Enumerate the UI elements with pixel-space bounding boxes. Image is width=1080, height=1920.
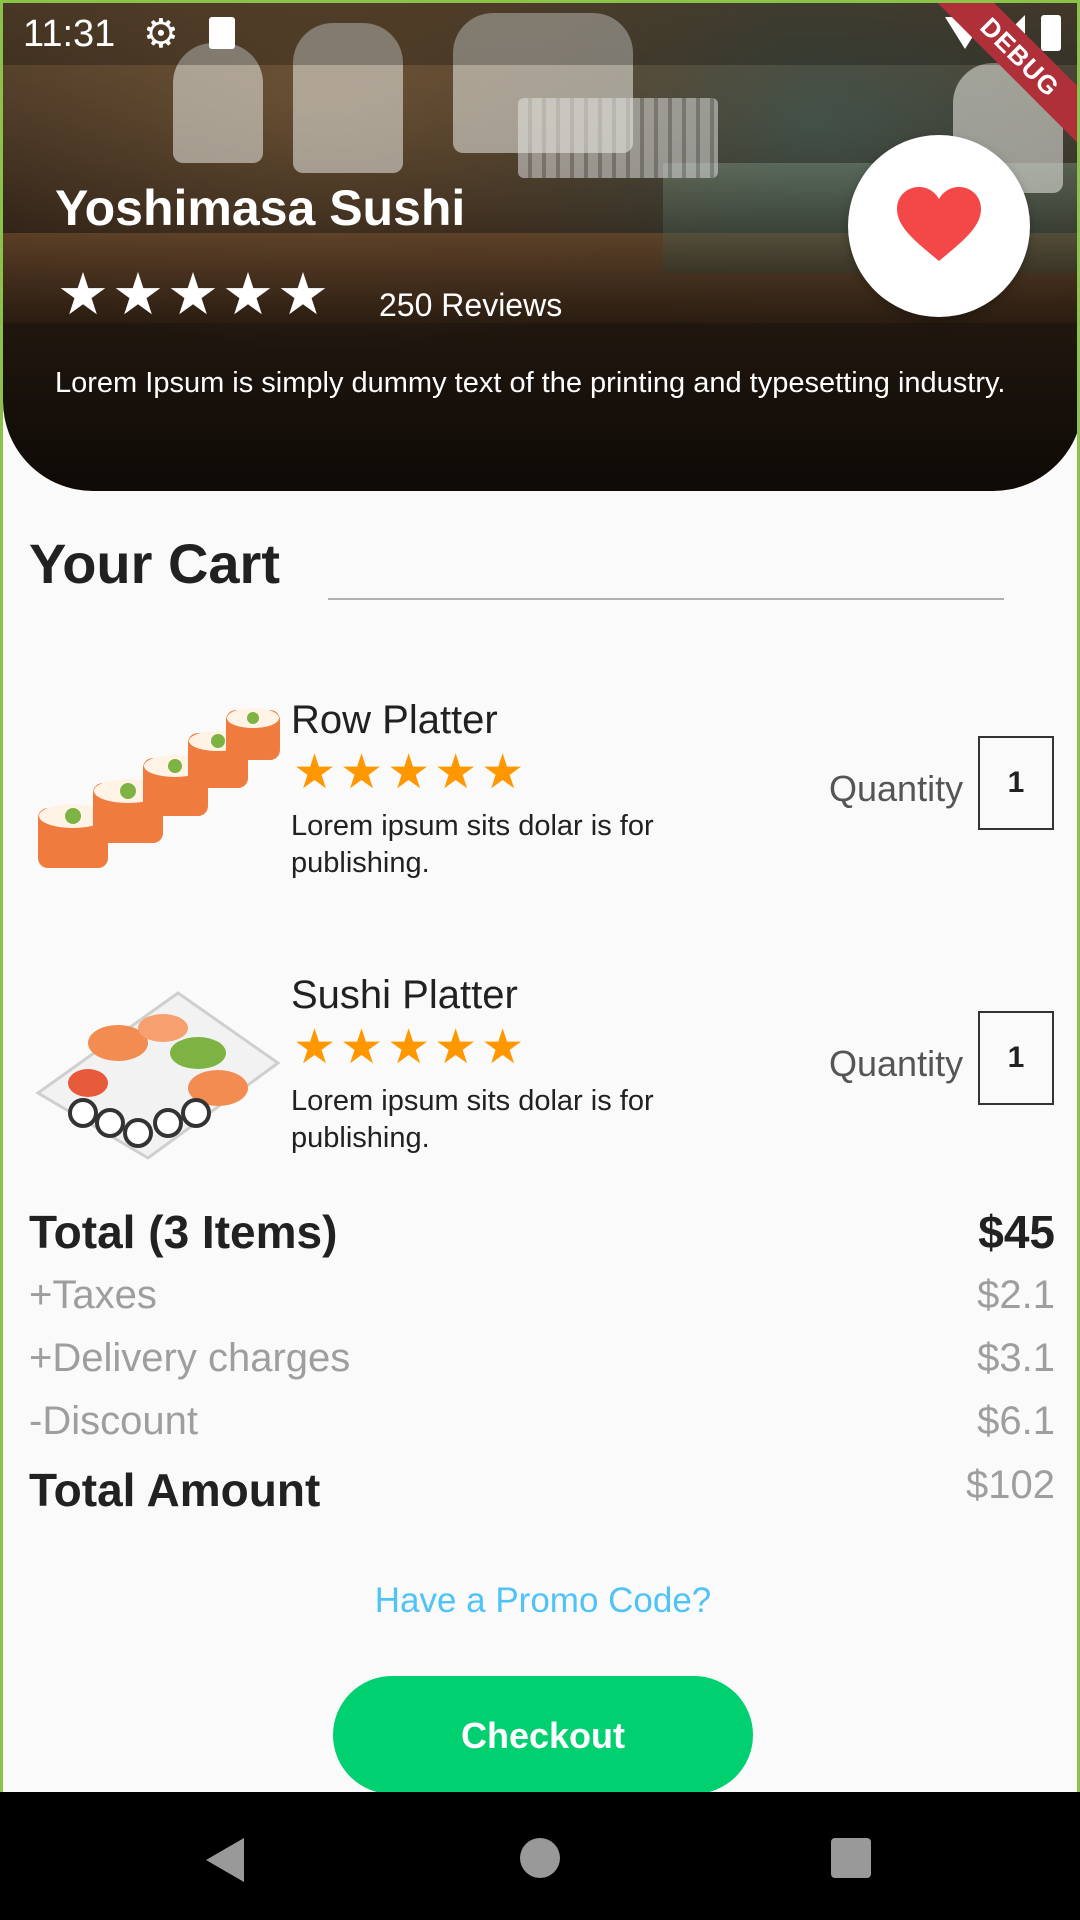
status-time: 11:31 [23, 13, 116, 55]
total-items-value: $45 [978, 1206, 1055, 1258]
item-rating: ★★★★★ [293, 748, 528, 798]
restaurant-name: Yoshimasa Sushi [55, 180, 466, 236]
quantity-label: Quantity [829, 1043, 964, 1084]
cart-item[interactable]: Row Platter ★★★★★ Lorem ipsum sits dolar… [3, 698, 1077, 918]
quantity-label: Quantity [829, 768, 964, 809]
cart-divider [328, 598, 1004, 600]
star-icon: ★ [222, 262, 274, 327]
star-icon: ★ [387, 1021, 431, 1074]
restaurant-description: Lorem Ipsum is simply dummy text of the … [55, 367, 1006, 399]
settings-icon: ⚙ [143, 12, 179, 56]
favorite-button[interactable] [848, 135, 1030, 317]
delivery-label: +Delivery charges [29, 1336, 351, 1380]
star-icon: ★ [277, 262, 329, 327]
cart-title: Your Cart [29, 532, 280, 595]
item-name: Sushi Platter [291, 973, 518, 1017]
cart-item[interactable]: Sushi Platter ★★★★★ Lorem ipsum sits dol… [3, 973, 1077, 1193]
item-rating: ★★★★★ [293, 1023, 528, 1073]
total-amount-label: Total Amount [29, 1464, 321, 1516]
heart-icon [897, 187, 981, 261]
star-icon: ★ [340, 1021, 384, 1074]
total-amount-value: $102 [966, 1463, 1055, 1507]
status-bar: 11:31 ⚙ [3, 3, 1077, 65]
star-icon: ★ [112, 262, 164, 327]
reviews-count[interactable]: 250 Reviews [379, 287, 562, 324]
star-icon: ★ [481, 1021, 525, 1074]
star-icon: ★ [167, 262, 219, 327]
star-icon: ★ [434, 1021, 478, 1074]
promo-code-link[interactable]: Have a Promo Code? [3, 1581, 1077, 1621]
restaurant-rating: ★★★★★ [57, 265, 332, 325]
star-icon: ★ [340, 746, 384, 799]
item-description: Lorem ipsum sits dolar is for publishing… [291, 810, 654, 879]
battery-icon [1041, 15, 1061, 51]
star-icon: ★ [293, 746, 337, 799]
star-icon: ★ [481, 746, 525, 799]
discount-value: $6.1 [977, 1399, 1055, 1443]
back-icon[interactable] [206, 1838, 244, 1882]
star-icon: ★ [293, 1021, 337, 1074]
item-description: Lorem ipsum sits dolar is for publishing… [291, 1085, 654, 1154]
quantity-field[interactable]: 1 [978, 736, 1054, 830]
app-frame: Yoshimasa Sushi ★★★★★ 250 Reviews Lorem … [0, 0, 1080, 1792]
delivery-value: $3.1 [977, 1336, 1055, 1380]
quantity-field[interactable]: 1 [978, 1011, 1054, 1105]
checkout-button[interactable]: Checkout [333, 1676, 753, 1792]
sd-card-icon [209, 17, 235, 49]
home-icon[interactable] [520, 1838, 560, 1878]
sushi-platter-image [35, 991, 281, 1160]
total-items-label: Total (3 Items) [29, 1206, 338, 1258]
row-platter-image [38, 708, 280, 868]
recent-apps-icon[interactable] [831, 1838, 871, 1878]
taxes-label: +Taxes [29, 1273, 157, 1317]
discount-label: -Discount [29, 1399, 198, 1443]
star-icon: ★ [387, 746, 431, 799]
star-icon: ★ [57, 262, 109, 327]
taxes-value: $2.1 [977, 1273, 1055, 1317]
star-icon: ★ [434, 746, 478, 799]
item-name: Row Platter [291, 698, 498, 742]
